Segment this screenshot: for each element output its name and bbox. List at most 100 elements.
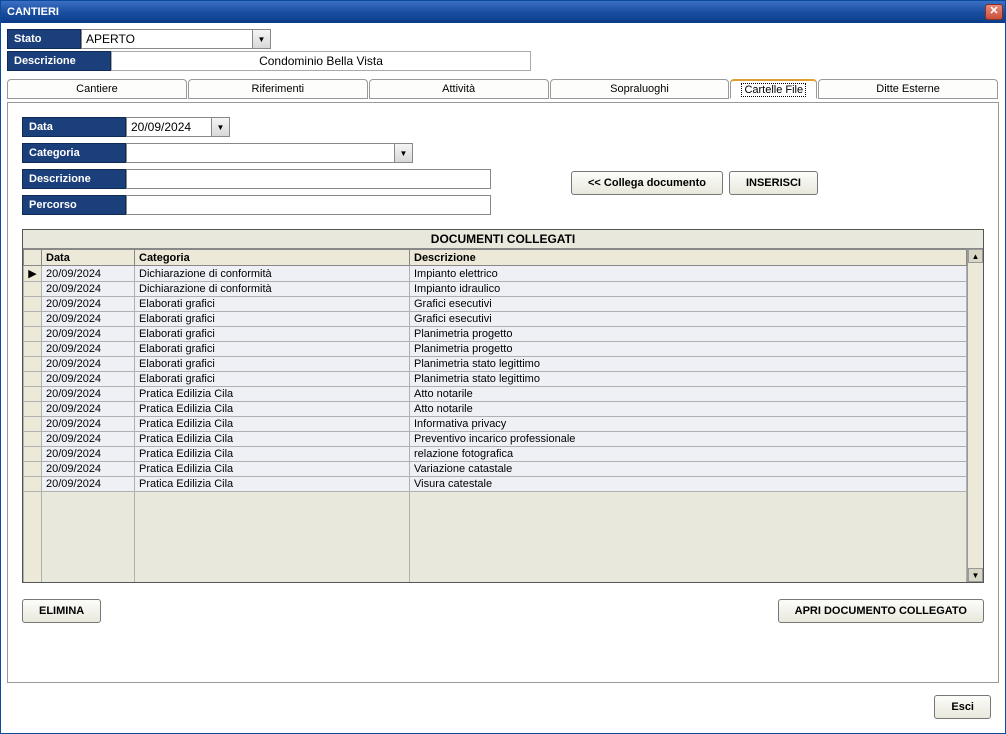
grid-header-data[interactable]: Data	[42, 250, 135, 266]
tab-label: Riferimenti	[252, 83, 305, 95]
cell-descrizione[interactable]: Visura catestale	[410, 477, 967, 492]
percorso-input[interactable]	[126, 195, 491, 215]
table-row[interactable]: 20/09/2024Pratica Edilizia CilaAtto nota…	[24, 402, 967, 417]
categoria-label: Categoria	[22, 143, 126, 163]
grid-header-marker	[24, 250, 42, 266]
cell-categoria[interactable]: Dichiarazione di conformità	[135, 266, 410, 282]
cell-data[interactable]: 20/09/2024	[42, 432, 135, 447]
table-row[interactable]: 20/09/2024Elaborati graficiPlanimetria s…	[24, 357, 967, 372]
cell-data[interactable]: 20/09/2024	[42, 447, 135, 462]
table-row[interactable]: 20/09/2024Elaborati graficiPlanimetria p…	[24, 327, 967, 342]
tab-cartelle-file[interactable]: Cartelle File	[730, 79, 817, 99]
esci-button[interactable]: Esci	[934, 695, 991, 719]
cell-descrizione[interactable]: Preventivo incarico professionale	[410, 432, 967, 447]
descrizione-input[interactable]	[126, 169, 491, 189]
cell-data[interactable]: 20/09/2024	[42, 477, 135, 492]
cell-categoria[interactable]: Elaborati grafici	[135, 327, 410, 342]
stato-select[interactable]: APERTO ▼	[81, 29, 271, 49]
table-row[interactable]: 20/09/2024Pratica Edilizia CilaVariazion…	[24, 462, 967, 477]
cell-categoria[interactable]: Pratica Edilizia Cila	[135, 477, 410, 492]
cell-descrizione[interactable]: Planimetria progetto	[410, 342, 967, 357]
chevron-down-icon[interactable]: ▼	[252, 30, 270, 48]
table-row[interactable]: 20/09/2024Pratica Edilizia CilaPreventiv…	[24, 432, 967, 447]
close-icon[interactable]: ✕	[985, 4, 1003, 20]
cell-categoria[interactable]: Elaborati grafici	[135, 357, 410, 372]
cell-data[interactable]: 20/09/2024	[42, 402, 135, 417]
grid-header-descrizione[interactable]: Descrizione	[410, 250, 967, 266]
documenti-collegati-grid: DOCUMENTI COLLEGATI Data Categoria Descr…	[22, 229, 984, 583]
inserisci-button[interactable]: INSERISCI	[729, 171, 818, 195]
cell-categoria[interactable]: Dichiarazione di conformità	[135, 282, 410, 297]
grid-header-categoria[interactable]: Categoria	[135, 250, 410, 266]
elimina-button[interactable]: ELIMINA	[22, 599, 101, 623]
cell-descrizione[interactable]: Grafici esecutivi	[410, 312, 967, 327]
row-marker-icon	[24, 297, 42, 312]
tab-attività[interactable]: Attività	[369, 79, 549, 99]
table-row[interactable]: 20/09/2024Pratica Edilizia CilaInformati…	[24, 417, 967, 432]
cell-descrizione[interactable]: Planimetria stato legittimo	[410, 357, 967, 372]
cell-data[interactable]: 20/09/2024	[42, 387, 135, 402]
percorso-label: Percorso	[22, 195, 126, 215]
row-marker-icon	[24, 447, 42, 462]
cell-descrizione[interactable]: Impianto idraulico	[410, 282, 967, 297]
grid-scrollbar[interactable]: ▲ ▼	[967, 249, 983, 582]
table-row[interactable]: 20/09/2024Pratica Edilizia CilaVisura ca…	[24, 477, 967, 492]
cell-categoria[interactable]: Elaborati grafici	[135, 312, 410, 327]
tab-riferimenti[interactable]: Riferimenti	[188, 79, 368, 99]
categoria-select[interactable]: ▼	[126, 143, 413, 163]
row-marker-icon	[24, 432, 42, 447]
cell-data[interactable]: 20/09/2024	[42, 462, 135, 477]
cell-data[interactable]: 20/09/2024	[42, 372, 135, 387]
cell-descrizione[interactable]: Atto notarile	[410, 402, 967, 417]
stato-value: APERTO	[86, 32, 135, 46]
cell-data[interactable]: 20/09/2024	[42, 417, 135, 432]
cell-data[interactable]: 20/09/2024	[42, 342, 135, 357]
row-marker-icon	[24, 462, 42, 477]
tab-cantiere[interactable]: Cantiere	[7, 79, 187, 99]
tabs: Cantiere Riferimenti AttivitàSopraluoghiCa…	[7, 79, 999, 99]
cell-categoria[interactable]: Pratica Edilizia Cila	[135, 462, 410, 477]
data-select[interactable]: 20/09/2024 ▼	[126, 117, 230, 137]
cell-data[interactable]: 20/09/2024	[42, 266, 135, 282]
collega-documento-button[interactable]: << Collega documento	[571, 171, 723, 195]
table-row[interactable]: 20/09/2024Elaborati graficiPlanimetria s…	[24, 372, 967, 387]
cell-descrizione[interactable]: relazione fotografica	[410, 447, 967, 462]
cell-data[interactable]: 20/09/2024	[42, 282, 135, 297]
cell-categoria[interactable]: Elaborati grafici	[135, 372, 410, 387]
cell-descrizione[interactable]: Impianto elettrico	[410, 266, 967, 282]
cell-descrizione[interactable]: Informativa privacy	[410, 417, 967, 432]
cell-categoria[interactable]: Pratica Edilizia Cila	[135, 447, 410, 462]
table-row[interactable]: 20/09/2024Dichiarazione di conformitàImp…	[24, 282, 967, 297]
cell-data[interactable]: 20/09/2024	[42, 312, 135, 327]
cell-categoria[interactable]: Pratica Edilizia Cila	[135, 432, 410, 447]
cell-descrizione[interactable]: Variazione catastale	[410, 462, 967, 477]
table-row[interactable]: 20/09/2024Pratica Edilizia Cilarelazione…	[24, 447, 967, 462]
table-row[interactable]: 20/09/2024Elaborati graficiGrafici esecu…	[24, 312, 967, 327]
row-marker-icon	[24, 372, 42, 387]
cell-descrizione[interactable]: Planimetria stato legittimo	[410, 372, 967, 387]
cell-categoria[interactable]: Pratica Edilizia Cila	[135, 417, 410, 432]
scroll-down-icon[interactable]: ▼	[968, 568, 983, 582]
cell-data[interactable]: 20/09/2024	[42, 357, 135, 372]
cell-categoria[interactable]: Pratica Edilizia Cila	[135, 387, 410, 402]
chevron-down-icon[interactable]: ▼	[211, 118, 229, 136]
cell-descrizione[interactable]: Atto notarile	[410, 387, 967, 402]
table-row[interactable]: ▶20/09/2024Dichiarazione di conformitàIm…	[24, 266, 967, 282]
tab-ditte-esterne[interactable]: Ditte Esterne	[818, 79, 998, 99]
cell-categoria[interactable]: Elaborati grafici	[135, 342, 410, 357]
table-row[interactable]: 20/09/2024Pratica Edilizia CilaAtto nota…	[24, 387, 967, 402]
table-row[interactable]: 20/09/2024Elaborati graficiGrafici esecu…	[24, 297, 967, 312]
grid-title: DOCUMENTI COLLEGATI	[23, 230, 983, 248]
table-row[interactable]: 20/09/2024Elaborati graficiPlanimetria p…	[24, 342, 967, 357]
scroll-up-icon[interactable]: ▲	[968, 249, 983, 263]
cell-categoria[interactable]: Pratica Edilizia Cila	[135, 402, 410, 417]
cell-data[interactable]: 20/09/2024	[42, 297, 135, 312]
cell-data[interactable]: 20/09/2024	[42, 327, 135, 342]
cell-categoria[interactable]: Elaborati grafici	[135, 297, 410, 312]
cell-descrizione[interactable]: Grafici esecutivi	[410, 297, 967, 312]
cell-descrizione[interactable]: Planimetria progetto	[410, 327, 967, 342]
apri-documento-button[interactable]: APRI DOCUMENTO COLLEGATO	[778, 599, 984, 623]
tab-sopraluoghi[interactable]: Sopraluoghi	[550, 79, 730, 99]
descrizione-label: Descrizione	[7, 51, 111, 71]
chevron-down-icon[interactable]: ▼	[394, 144, 412, 162]
